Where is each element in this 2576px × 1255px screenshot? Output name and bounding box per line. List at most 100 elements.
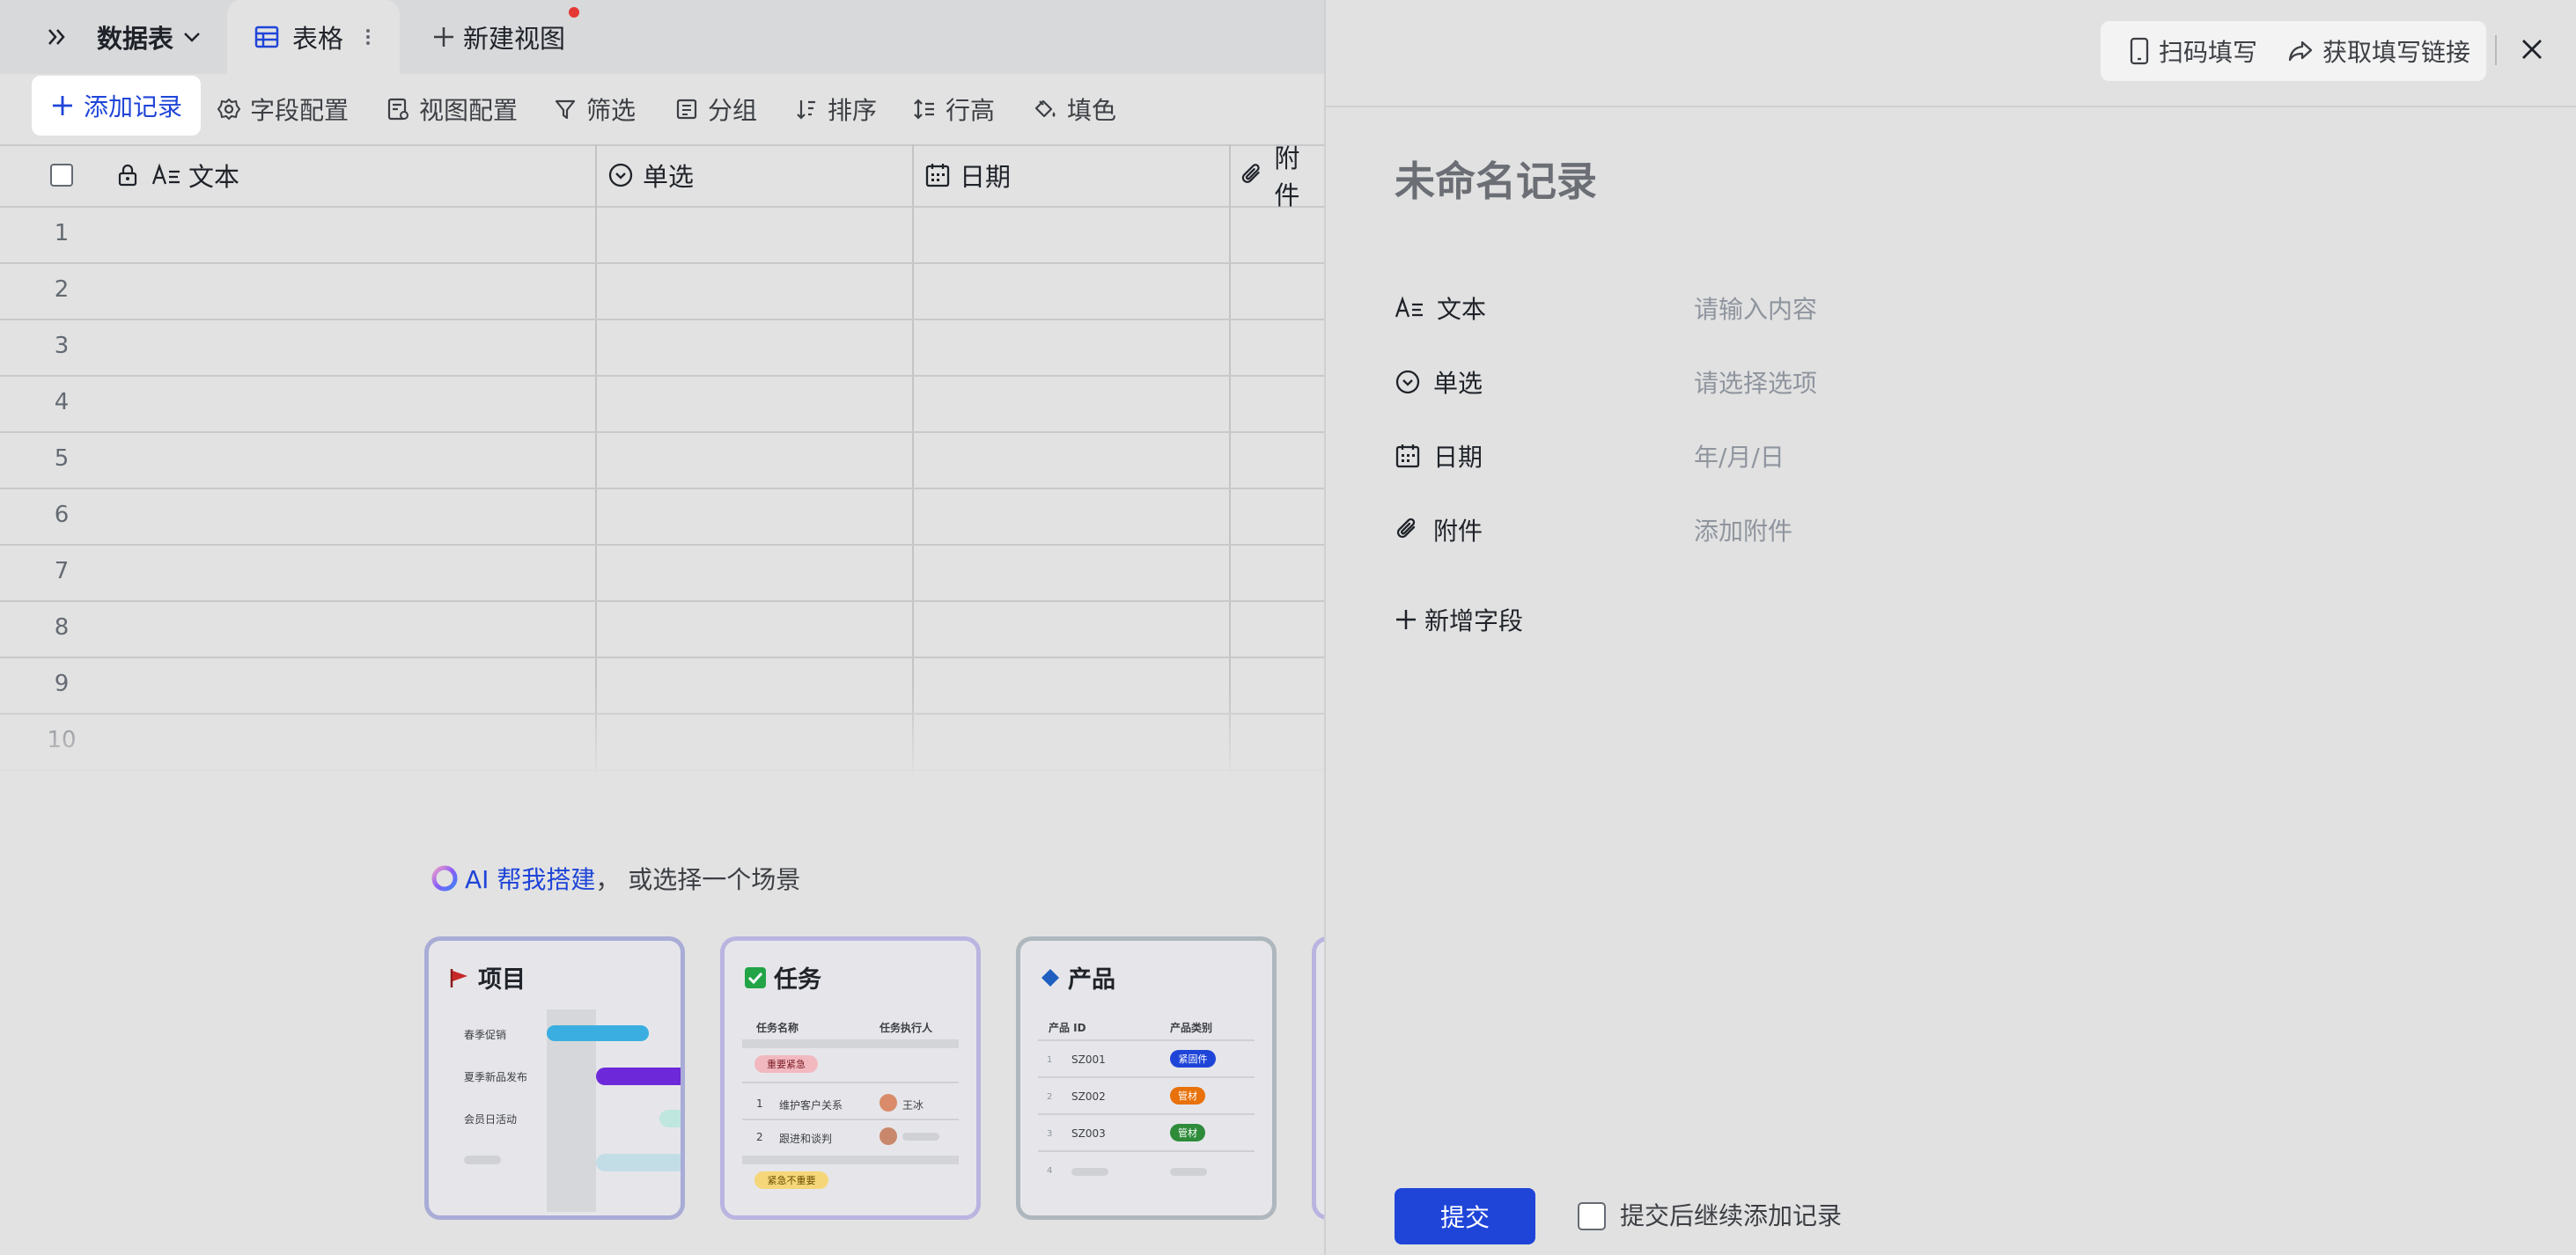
scene-card-product[interactable]: 产品 产品 ID 产品类别 1 SZ001 紧固件 2 SZ002 管材 3 S… bbox=[1016, 936, 1277, 1220]
share-arrow-icon bbox=[2288, 40, 2313, 62]
view-tab-bar: 数据表 表格 新建视图 bbox=[0, 0, 1324, 74]
group-button[interactable]: 分组 bbox=[674, 74, 757, 144]
record-title[interactable]: 未命名记录 bbox=[1395, 150, 1597, 208]
row-divider bbox=[0, 544, 1324, 546]
expand-sidebar-button[interactable] bbox=[44, 0, 70, 74]
sort-label: 排序 bbox=[828, 96, 878, 125]
plus-icon bbox=[1396, 610, 1416, 629]
tab-grid-view[interactable]: 表格 bbox=[227, 0, 400, 74]
row-height-label: 行高 bbox=[946, 96, 996, 125]
gantt-bar bbox=[659, 1110, 681, 1127]
project-item: 春季促销 bbox=[464, 1029, 507, 1041]
ai-build-link[interactable]: AI 帮我搭建 bbox=[465, 861, 595, 896]
sort-button[interactable]: 排序 bbox=[794, 74, 877, 144]
row-number: 4 bbox=[54, 389, 70, 415]
paperclip-icon bbox=[1396, 517, 1416, 539]
close-panel-button[interactable] bbox=[2516, 33, 2548, 65]
select-all-checkbox[interactable] bbox=[49, 144, 74, 206]
single-select-input[interactable]: 请选择选项 bbox=[1694, 363, 1817, 401]
filter-label: 筛选 bbox=[586, 96, 637, 125]
column-header-date[interactable]: 日期 bbox=[924, 144, 1011, 206]
new-view-button[interactable]: 新建视图 bbox=[431, 0, 565, 74]
fill-color-label: 填色 bbox=[1067, 96, 1117, 125]
column-header-single-select[interactable]: 单选 bbox=[607, 144, 694, 206]
row-number: 6 bbox=[54, 502, 70, 528]
view-config-button[interactable]: 视图配置 bbox=[386, 74, 518, 144]
field-config-button[interactable]: 字段配置 bbox=[217, 74, 349, 144]
task-row-num: 2 bbox=[756, 1131, 763, 1143]
product-row-id: SZ001 bbox=[1071, 1053, 1106, 1066]
group-icon bbox=[676, 99, 697, 120]
row-divider bbox=[742, 1119, 959, 1120]
add-field-button[interactable]: 新增字段 bbox=[1395, 600, 1523, 639]
product-category-tag: 紧固件 bbox=[1170, 1050, 1216, 1068]
submit-button[interactable]: 提交 bbox=[1395, 1188, 1535, 1244]
avatar bbox=[880, 1094, 897, 1112]
row-height-button[interactable]: 行高 bbox=[912, 74, 995, 144]
task-row-owner: 王冰 bbox=[902, 1099, 924, 1112]
column-divider bbox=[1229, 144, 1231, 778]
toolbar: 字段配置 视图配置 筛选 分组 排序 行高 填色 bbox=[0, 74, 1324, 144]
form-field-date: 日期 bbox=[1395, 437, 1483, 475]
scene-card-title: 产品 bbox=[1040, 960, 1115, 994]
column-header-attachment[interactable]: 附件 bbox=[1240, 144, 1324, 210]
scene-card-project[interactable]: 项目 春季促销 夏季新品发布 会员日活动 bbox=[424, 936, 685, 1220]
task-title: 任务 bbox=[774, 966, 821, 994]
check-box-icon bbox=[745, 966, 766, 988]
scan-fill-label: 扫码填写 bbox=[2159, 38, 2258, 67]
scene-card-title: 任务 bbox=[744, 960, 821, 994]
product-row-num: 2 bbox=[1047, 1092, 1053, 1102]
placeholder-bar bbox=[464, 1156, 501, 1164]
single-select-icon bbox=[1395, 370, 1420, 394]
table-icon bbox=[254, 26, 279, 48]
paperclip-icon bbox=[1241, 164, 1260, 183]
product-row-id: SZ003 bbox=[1071, 1127, 1106, 1140]
product-category-tag: 管材 bbox=[1170, 1087, 1205, 1105]
product-row-num: 3 bbox=[1047, 1129, 1053, 1139]
row-divider bbox=[0, 657, 1324, 658]
ai-sparkle-icon bbox=[431, 865, 458, 892]
filter-button[interactable]: 筛选 bbox=[553, 74, 636, 144]
attachment-input[interactable]: 添加附件 bbox=[1694, 510, 1792, 549]
group-bar bbox=[742, 1039, 959, 1048]
sort-icon bbox=[797, 100, 815, 120]
filter-icon bbox=[555, 99, 576, 120]
task-row-name: 维护客户关系 bbox=[779, 1099, 843, 1112]
view-config-label: 视图配置 bbox=[419, 96, 519, 125]
project-item: 会员日活动 bbox=[464, 1113, 518, 1126]
get-link-button[interactable]: 获取填写链接 bbox=[2287, 30, 2470, 72]
column-header-text[interactable]: 文本 bbox=[116, 144, 239, 206]
row-height-icon bbox=[914, 99, 934, 120]
more-vertical-icon[interactable] bbox=[359, 24, 377, 50]
plus-icon bbox=[434, 27, 453, 47]
get-link-label: 获取填写链接 bbox=[2322, 38, 2471, 67]
phone-icon bbox=[2130, 37, 2149, 65]
double-chevron-right-icon bbox=[48, 29, 65, 45]
scan-fill-button[interactable]: 扫码填写 bbox=[2129, 30, 2257, 72]
chevron-down-icon bbox=[184, 33, 200, 42]
text-input[interactable]: 请输入内容 bbox=[1694, 289, 1817, 327]
datasheet-selector[interactable]: 数据表 bbox=[97, 0, 203, 74]
continue-add-checkbox[interactable] bbox=[1578, 1202, 1606, 1230]
avatar bbox=[880, 1127, 897, 1145]
header-divider bbox=[0, 206, 1324, 208]
product-category-tag: 管材 bbox=[1170, 1124, 1205, 1141]
datasheet-label: 数据表 bbox=[97, 24, 174, 54]
settings-doc-icon bbox=[387, 98, 408, 121]
single-select-icon bbox=[608, 163, 633, 187]
product-title: 产品 bbox=[1068, 966, 1115, 994]
project-title: 项目 bbox=[478, 966, 526, 994]
task-row-name: 跟进和谈判 bbox=[779, 1133, 833, 1145]
fill-color-button[interactable]: 填色 bbox=[1032, 74, 1116, 144]
form-field-label: 日期 bbox=[1433, 443, 1483, 472]
calendar-icon bbox=[1395, 444, 1420, 468]
gear-icon bbox=[217, 98, 241, 121]
scene-card-task[interactable]: 任务 任务名称 任务执行人 重要紧急 1 维护客户关系 王冰 2 跟进和谈判 紧… bbox=[720, 936, 981, 1220]
column-divider bbox=[912, 144, 914, 778]
placeholder-bar bbox=[1170, 1168, 1207, 1176]
date-input[interactable]: 年/月/日 bbox=[1694, 437, 1785, 475]
product-col-cat: 产品类别 bbox=[1170, 1022, 1213, 1034]
field-config-label: 字段配置 bbox=[250, 96, 350, 125]
row-number: 3 bbox=[54, 333, 70, 359]
new-view-label: 新建视图 bbox=[463, 24, 566, 54]
